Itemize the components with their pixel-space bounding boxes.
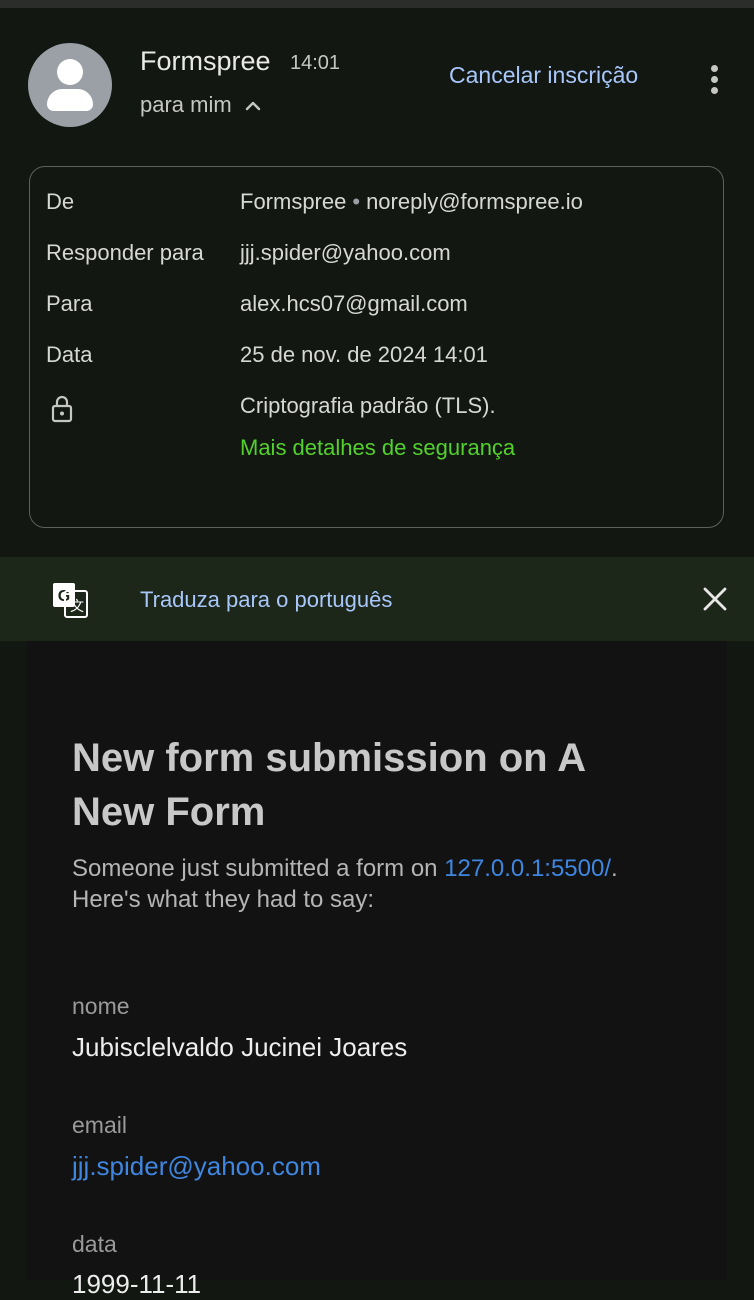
field-label-data: data — [72, 1231, 117, 1257]
field-label-nome: nome — [72, 993, 130, 1019]
field-value-email[interactable]: jjj.spider@yahoo.com — [72, 1151, 321, 1182]
avatar-icon[interactable] — [28, 43, 112, 127]
lock-icon — [51, 395, 73, 423]
to-value[interactable]: alex.hcs07@gmail.com — [240, 291, 468, 317]
from-name: Formspree — [240, 189, 347, 214]
translate-bar: G 文 Traduza para o português — [0, 557, 754, 641]
message-details-panel: De Formspree • noreply@formspree.io Respon… — [29, 166, 724, 528]
message-time: 14:01 — [290, 52, 341, 74]
translate-icon: G 文 — [53, 583, 88, 618]
encryption-value: Criptografia padrão (TLS). — [240, 393, 496, 418]
form-origin-link[interactable]: 127.0.0.1:5500/ — [444, 855, 611, 882]
translate-button[interactable]: Traduza para o português — [140, 587, 392, 613]
date-label: Data — [46, 342, 93, 367]
chevron-up-icon — [245, 101, 260, 111]
unsubscribe-link[interactable]: Cancelar inscrição — [449, 62, 638, 89]
reply-to-label: Responder para — [46, 240, 204, 265]
from-value: Formspree • noreply@formspree.io — [240, 189, 583, 215]
field-label-email: email — [72, 1112, 127, 1138]
recipient-toggle[interactable]: para mim — [140, 92, 262, 118]
more-vert-icon[interactable] — [705, 63, 725, 95]
email-content: New form submission on A New Form Someon… — [27, 641, 727, 1299]
message-header: Formspree 14:01 para mim Cancelar inscri… — [0, 8, 754, 158]
from-separator: • — [352, 189, 361, 214]
date-value: 25 de nov. de 2024 14:01 — [240, 342, 488, 367]
intro-prefix: Someone just submitted a form on — [72, 855, 438, 882]
from-label: De — [46, 189, 75, 214]
to-label: Para — [46, 291, 93, 316]
email-intro: Someone just submitted a form on 127.0.0… — [72, 853, 692, 915]
reply-to-value[interactable]: jjj.spider@yahoo.com — [240, 240, 451, 266]
close-icon[interactable] — [702, 586, 728, 612]
recipient-summary: para mim — [140, 92, 232, 117]
field-value-nome: Jubisclelvaldo Jucinei Joares — [72, 1032, 408, 1062]
sender-name[interactable]: Formspree — [140, 46, 271, 77]
from-email[interactable]: noreply@formspree.io — [366, 189, 583, 214]
security-details-link[interactable]: Mais detalhes de segurança — [240, 435, 515, 461]
status-strip — [0, 0, 754, 8]
field-value-data: 1999-11-11 — [72, 1269, 202, 1299]
email-title: New form submission on A New Form — [72, 736, 585, 834]
svg-text:文: 文 — [70, 598, 84, 614]
